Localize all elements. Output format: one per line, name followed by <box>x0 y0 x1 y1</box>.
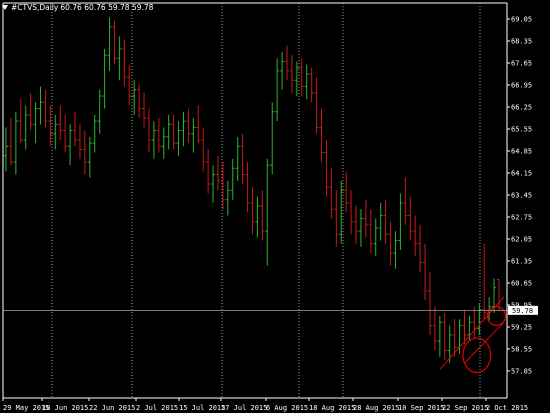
price-tick-label: 64.85 <box>511 148 532 156</box>
date-tick-label: 18 Aug 2015 <box>309 404 355 412</box>
ohlc-readout: 60.76 60.76 59.78 59.78 <box>60 2 154 12</box>
date-tick-label: 10 Sep 2015 <box>398 404 444 412</box>
price-tick-label: 68.35 <box>511 38 532 46</box>
price-tick-label: 60.65 <box>511 280 532 288</box>
chart-background <box>0 0 550 413</box>
date-tick-label: 2 Oct 2015 <box>486 404 528 412</box>
symbol-label: #CTVS,Daily <box>11 2 59 12</box>
price-tick-label: 62.05 <box>511 236 532 244</box>
price-tick-label: 57.85 <box>511 368 532 376</box>
price-tick-label: 59.25 <box>511 324 532 332</box>
price-tick-label: 66.25 <box>511 104 532 112</box>
price-tick-label: 62.75 <box>511 214 532 222</box>
price-tick-label: 66.95 <box>511 82 532 90</box>
price-tick-label: 63.45 <box>511 192 532 200</box>
price-chart[interactable]: 69.05 68.35 67.65 66.95 66.25 65.55 64.85 64.15… <box>0 0 550 413</box>
price-tick-label: 64.15 <box>511 170 532 178</box>
price-tick-label: 58.55 <box>511 346 532 354</box>
date-tick-label: 22 Jun 2015 <box>89 404 135 412</box>
date-tick-label: 15 Jul 2015 <box>179 404 225 412</box>
price-tick-label: 61.35 <box>511 258 532 266</box>
chart-header: #CTVS,Daily 60.76 60.76 59.78 59.78 <box>2 1 153 13</box>
date-tick-label: 2 Jul 2015 <box>136 404 178 412</box>
date-tick-label: 22 Sep 2015 <box>442 404 488 412</box>
current-price-label-text: 59.78 <box>512 307 533 315</box>
price-tick-label: 67.65 <box>511 60 532 68</box>
date-tick-label: 28 Aug 2015 <box>353 404 399 412</box>
chart-menu-triangle-icon[interactable] <box>2 4 8 10</box>
price-tick-label: 69.05 <box>511 16 532 24</box>
price-tick-label: 65.55 <box>511 126 532 134</box>
date-tick-label: 27 Jul 2015 <box>221 404 267 412</box>
date-tick-label: 10 Jun 2015 <box>42 404 88 412</box>
current-price-label: 59.78 <box>508 305 538 315</box>
date-tick-label: 6 Aug 2015 <box>266 404 308 412</box>
